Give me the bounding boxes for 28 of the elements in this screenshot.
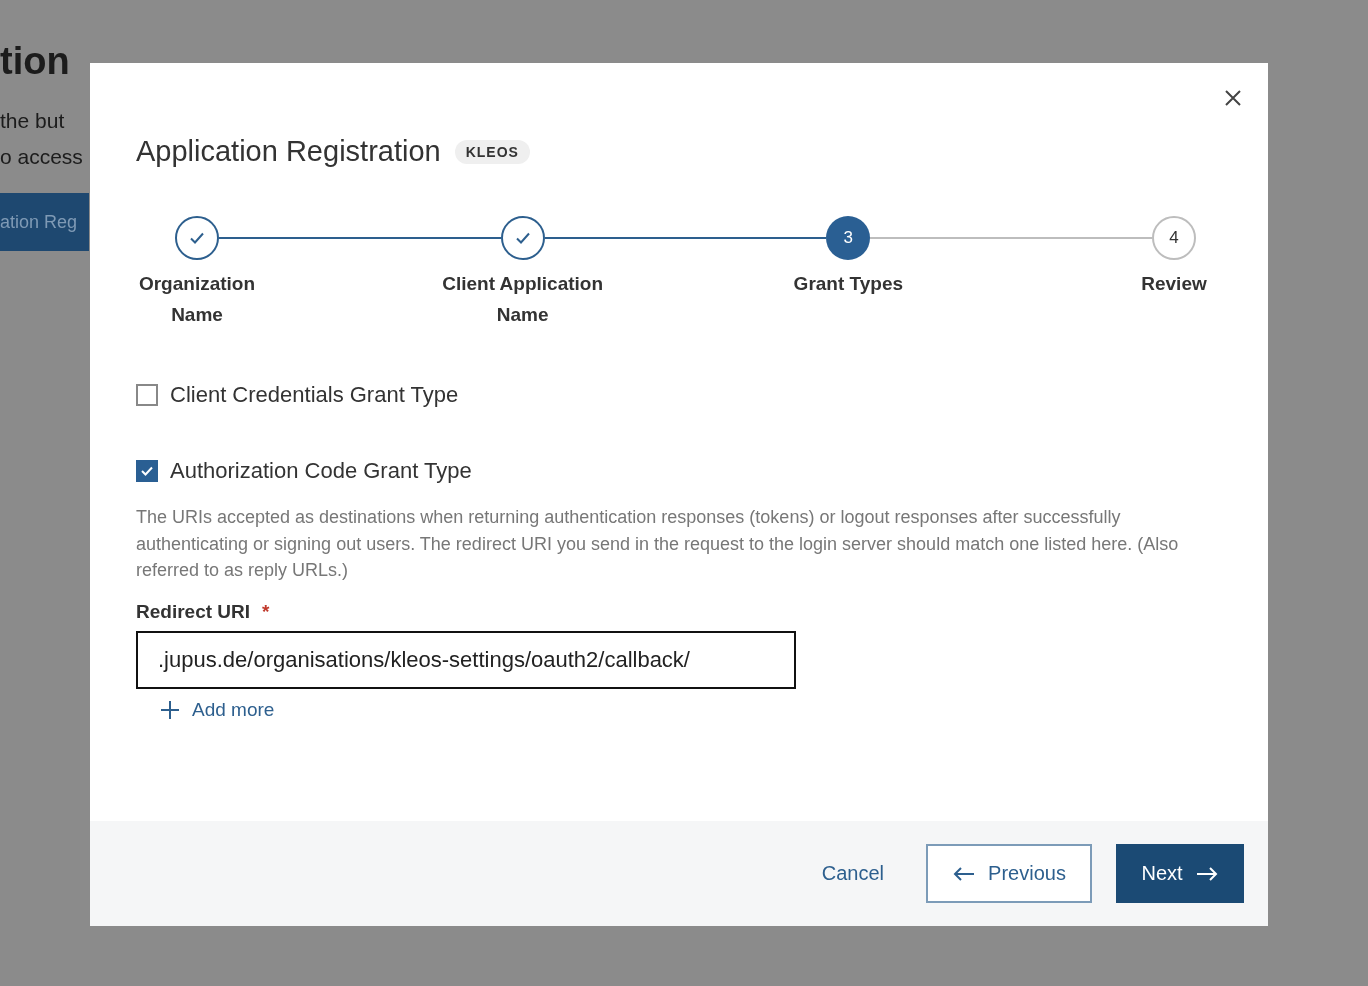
- description-text: The URIs accepted as destinations when returning authentication responses (tokens) or logout responses after successfully authenticating or signing out users. The redirect URI you send in the request to the login server should match one listed here. (Also referred to as reply URLs.): [136, 506, 1180, 582]
- page-heading: tion: [0, 40, 71, 83]
- check-icon: [140, 465, 154, 477]
- product-tag: KLEOS: [454, 139, 530, 164]
- field-label: Redirect URI: [136, 600, 251, 623]
- arrow-right-icon: [1194, 865, 1219, 882]
- close-icon[interactable]: [1224, 89, 1242, 107]
- add-more-link[interactable]: Add more: [160, 698, 275, 721]
- checkbox-label: Authorization Code Grant Type: [170, 458, 472, 484]
- page-text: o access: [0, 145, 84, 170]
- step-label: Grant Types: [792, 272, 905, 296]
- arrow-left-icon: [952, 865, 977, 882]
- step-number: 3: [826, 216, 871, 260]
- plus-icon: [160, 699, 180, 720]
- dialog-title: Application Registration: [136, 135, 441, 168]
- redirect-uri-field[interactable]: .jupus.de/organisations/kleos-settings/oauth2/callback/: [136, 630, 796, 689]
- next-button[interactable]: Next: [1116, 844, 1244, 903]
- step-label: Review: [1140, 272, 1208, 296]
- required-mark: *: [262, 600, 270, 623]
- page-text: the but: [0, 109, 66, 134]
- checkbox[interactable]: [136, 384, 158, 406]
- step-label: Organization Name: [137, 272, 257, 327]
- step-label: Client Application Name: [441, 272, 605, 327]
- previous-button[interactable]: Previous: [926, 844, 1092, 903]
- checkbox-label: Client Credentials Grant Type: [170, 382, 459, 408]
- step-number: 4: [1152, 216, 1196, 260]
- checkbox[interactable]: [136, 460, 158, 482]
- cancel-button[interactable]: Cancel: [815, 844, 890, 903]
